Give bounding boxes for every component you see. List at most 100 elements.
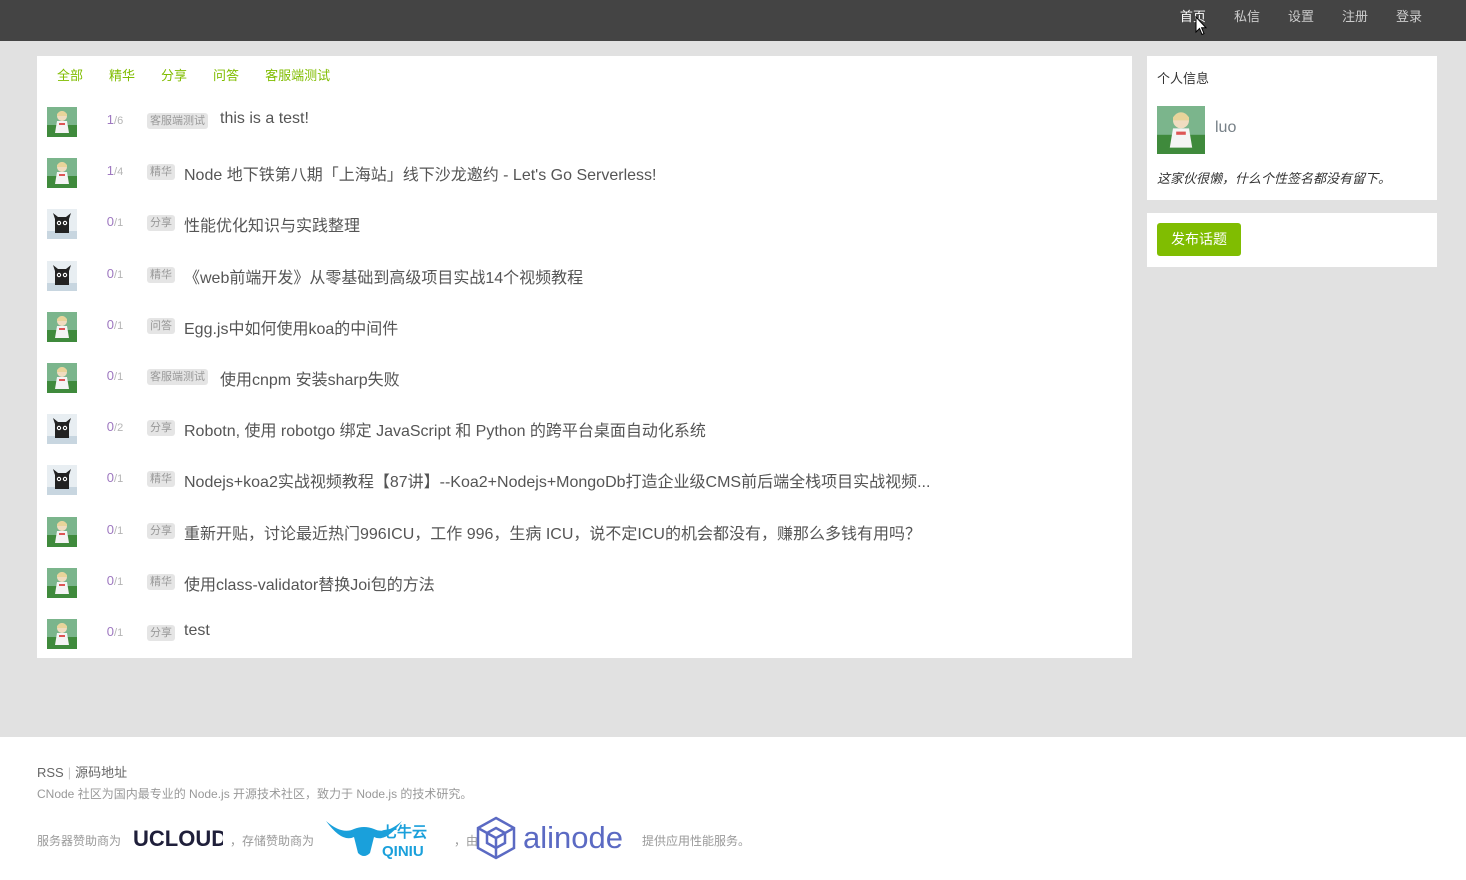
username-link[interactable]: luo bbox=[1215, 119, 1236, 137]
rss-link[interactable]: RSS bbox=[37, 765, 64, 780]
nav-login-link[interactable]: 登录 bbox=[1382, 0, 1436, 41]
author-cat-avatar[interactable] bbox=[47, 465, 77, 496]
view-count: 4 bbox=[117, 166, 124, 179]
tab-all[interactable]: 全部 bbox=[57, 66, 83, 88]
topic-title-link[interactable]: 使用class-validator替换Joi包的方法 bbox=[184, 571, 435, 595]
topic-title-link[interactable]: Robotn, 使用 robotgo 绑定 JavaScript 和 Pytho… bbox=[184, 417, 706, 441]
topic-tab-badge: 问答 bbox=[147, 317, 175, 334]
reply-count: 0 bbox=[106, 470, 115, 486]
mouse-cursor-icon bbox=[1195, 16, 1207, 36]
topic-title-link[interactable]: test bbox=[184, 622, 210, 640]
reply-view-count: 1/6 bbox=[95, 112, 135, 127]
topic-row: 1/4 精华 Node 地下铁第八期「上海站」线下沙龙邀约 - Let's Go S… bbox=[37, 156, 1132, 207]
page-footer: RSS | 源码地址 CNode 社区为国内最专业的 Node.js 开源技术社区，… bbox=[0, 737, 1466, 880]
view-count: 6 bbox=[117, 115, 124, 127]
reply-count: 0 bbox=[106, 316, 115, 332]
topic-tab-badge: 精华 bbox=[147, 573, 175, 590]
topic-tab-badge: 精华 bbox=[147, 471, 175, 488]
tab-ask[interactable]: 问答 bbox=[213, 66, 239, 88]
author-cat-avatar[interactable] bbox=[47, 414, 77, 445]
user-avatar[interactable] bbox=[1157, 106, 1205, 154]
view-count: 1 bbox=[117, 319, 124, 332]
topic-row: 0/1 分享 test bbox=[37, 617, 1132, 668]
footer-links: RSS | 源码地址 bbox=[37, 762, 127, 781]
reply-count: 0 bbox=[106, 419, 115, 435]
author-girl-avatar[interactable] bbox=[47, 567, 77, 598]
view-count: 2 bbox=[117, 422, 124, 435]
topic-title-link[interactable]: Nodejs+koa2实战视频教程【87讲】--Koa2+Nodejs+Mong… bbox=[184, 468, 930, 492]
topic-row: 0/1 客服端测试 使用cnpm 安装sharp失败 bbox=[37, 361, 1132, 412]
topic-tabs: 全部 精华 分享 问答 客服端测试 bbox=[57, 66, 356, 88]
svg-text:七牛云: 七牛云 bbox=[382, 823, 427, 841]
author-cat-avatar[interactable] bbox=[47, 209, 77, 240]
view-count: 1 bbox=[117, 575, 124, 588]
topic-title-link[interactable]: Egg.js中如何使用koa的中间件 bbox=[184, 315, 398, 339]
tab-good[interactable]: 精华 bbox=[109, 66, 135, 88]
nav-settings-link[interactable]: 设置 bbox=[1274, 0, 1328, 41]
author-girl-avatar[interactable] bbox=[47, 619, 77, 649]
publish-panel: 发布话题 bbox=[1147, 213, 1437, 267]
alinode-logo[interactable]: alinode bbox=[475, 815, 639, 863]
footer-divider: | bbox=[67, 765, 72, 780]
reply-view-count: 0/1 bbox=[95, 317, 135, 332]
reply-count: 1 bbox=[106, 163, 115, 179]
topic-tab-badge: 客服端测试 bbox=[147, 369, 208, 385]
topic-title-link[interactable]: this is a test! bbox=[220, 110, 309, 128]
topic-list-panel: 全部 精华 分享 问答 客服端测试 1/6 客服端测试 this is a test… bbox=[37, 56, 1132, 658]
topic-tab-badge: 分享 bbox=[147, 522, 175, 539]
topic-title-link[interactable]: 性能优化知识与实践整理 bbox=[184, 212, 360, 236]
reply-count: 0 bbox=[106, 368, 115, 383]
reply-count: 0 bbox=[106, 521, 115, 537]
topic-title-link[interactable]: Node 地下铁第八期「上海站」线下沙龙邀约 - Let's Go Server… bbox=[184, 161, 656, 185]
view-count: 1 bbox=[117, 473, 124, 486]
reply-count: 0 bbox=[106, 214, 115, 230]
reply-view-count: 0/1 bbox=[95, 573, 135, 588]
author-cat-avatar[interactable] bbox=[47, 260, 77, 291]
topic-tab-badge: 客服端测试 bbox=[147, 113, 208, 129]
reply-count: 0 bbox=[106, 624, 115, 639]
topic-title-link[interactable]: 使用cnpm 安装sharp失败 bbox=[220, 366, 400, 390]
topic-title-link[interactable]: 重新开贴，讨论最近热门996ICU，工作 996，生病 ICU，说不定ICU的机… bbox=[184, 520, 921, 544]
author-girl-avatar[interactable] bbox=[47, 107, 77, 137]
nav-register-link[interactable]: 注册 bbox=[1328, 0, 1382, 41]
author-girl-avatar[interactable] bbox=[47, 516, 77, 547]
view-count: 1 bbox=[117, 217, 124, 230]
topic-row: 0/2 分享 Robotn, 使用 robotgo 绑定 JavaScript 和 … bbox=[37, 412, 1132, 463]
author-girl-avatar[interactable] bbox=[47, 311, 77, 342]
author-girl-avatar[interactable] bbox=[47, 158, 77, 189]
topic-tab-badge: 分享 bbox=[147, 420, 175, 437]
nav-messages-link[interactable]: 私信 bbox=[1220, 0, 1274, 41]
source-code-link[interactable]: 源码地址 bbox=[75, 765, 127, 780]
author-girl-avatar[interactable] bbox=[47, 363, 77, 393]
profile-panel: 个人信息 luo 这家伙很懒，什么个性签名都没有留下。 bbox=[1147, 56, 1437, 200]
view-count: 1 bbox=[117, 371, 124, 383]
topic-row: 0/1 精华 Nodejs+koa2实战视频教程【87讲】--Koa2+Nodejs… bbox=[37, 463, 1132, 514]
publish-topic-button[interactable]: 发布话题 bbox=[1157, 223, 1241, 256]
perf-service-text: 提供应用性能服务。 bbox=[642, 834, 751, 848]
storage-sponsor-text: ，存储赞助商为 bbox=[230, 834, 315, 848]
view-count: 1 bbox=[117, 627, 124, 639]
svg-text:UCLOUD: UCLOUD bbox=[133, 826, 223, 851]
reply-view-count: 0/1 bbox=[95, 624, 135, 639]
topic-title-link[interactable]: 《web前端开发》从零基础到高级项目实战14个视频教程 bbox=[184, 264, 583, 288]
topic-row: 0/1 精华 使用class-validator替换Joi包的方法 bbox=[37, 566, 1132, 617]
reply-view-count: 0/1 bbox=[95, 470, 135, 485]
topic-row: 1/6 客服端测试 this is a test! bbox=[37, 105, 1132, 156]
ucloud-logo[interactable]: UCLOUD bbox=[133, 825, 223, 851]
topic-row: 0/1 分享 重新开贴，讨论最近热门996ICU，工作 996，生病 ICU，说不定… bbox=[37, 515, 1132, 566]
topic-row: 0/1 问答 Egg.js中如何使用koa的中间件 bbox=[37, 310, 1132, 361]
reply-view-count: 0/1 bbox=[95, 368, 135, 383]
qiniu-logo[interactable]: 七牛云 QINIU bbox=[324, 815, 436, 861]
svg-text:QINIU: QINIU bbox=[382, 843, 424, 860]
footer-description: CNode 社区为国内最专业的 Node.js 开源技术社区，致力于 Node.… bbox=[37, 787, 473, 801]
tab-share[interactable]: 分享 bbox=[161, 66, 187, 88]
nav-home-link[interactable]: 首页 bbox=[1166, 0, 1220, 41]
reply-count: 1 bbox=[106, 112, 115, 127]
topic-tab-badge: 分享 bbox=[147, 215, 175, 232]
topic-tab-badge: 精华 bbox=[147, 164, 175, 181]
top-navbar: 首页 私信 设置 注册 登录 bbox=[0, 0, 1466, 41]
tab-client-test[interactable]: 客服端测试 bbox=[265, 66, 330, 88]
topic-tab-badge: 精华 bbox=[147, 266, 175, 283]
topic-tab-badge: 分享 bbox=[147, 625, 175, 641]
reply-view-count: 0/1 bbox=[95, 522, 135, 537]
